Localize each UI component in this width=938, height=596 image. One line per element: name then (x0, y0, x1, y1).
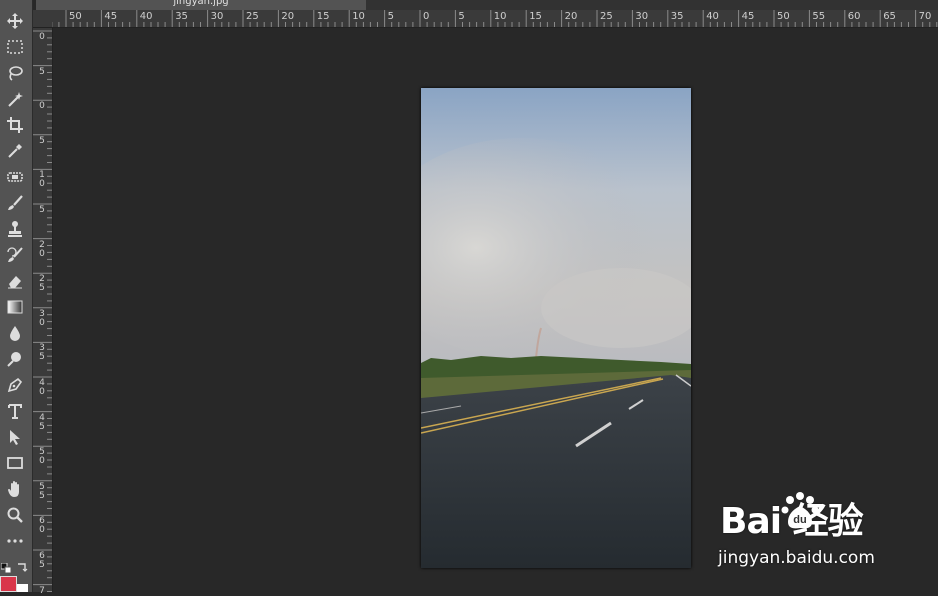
ruler-left-label: 35 (39, 343, 45, 363)
hand-icon (8, 481, 19, 497)
crop-tool[interactable] (3, 114, 27, 136)
ruler-top-label: 40 (139, 11, 153, 22)
ruler-left-label: 30 (39, 308, 45, 328)
ruler-top-label: 15 (316, 11, 330, 22)
type-icon (8, 404, 22, 419)
spot-healing-tool[interactable] (3, 166, 27, 188)
foreground-color-swatch[interactable] (0, 576, 17, 592)
dodge-tool[interactable] (3, 348, 27, 370)
pen-icon (7, 377, 23, 393)
drop-icon (10, 326, 20, 341)
ruler-top-label: 35 (670, 11, 684, 22)
ruler-top-label: 30 (635, 11, 649, 22)
ruler-top-label: 15 (529, 11, 542, 22)
rectangular-marquee-tool[interactable] (3, 36, 27, 58)
type-tool[interactable] (3, 400, 27, 422)
magic-wand-icon (8, 92, 23, 107)
dodge-icon (7, 352, 21, 367)
ruler-top-label: 25 (600, 11, 613, 22)
bandage-icon (7, 172, 23, 182)
ruler-top-label: 10 (352, 11, 365, 22)
eyedropper-tool[interactable] (3, 140, 27, 162)
horizontal-ruler[interactable]: 50 45 40 35 30 25 20 15 10 5 0 5 10 15 20 25 30 35 40 45 50 5… (52, 10, 938, 28)
crop-icon (7, 117, 23, 133)
paw-icon: du (781, 492, 819, 529)
ruler-top-label: 45 (104, 11, 118, 22)
baidu-jingyan-watermark: Bai 经验 du jingyan.baidu.com (716, 490, 896, 572)
ruler-top-label: 5 (458, 11, 465, 22)
ruler-left-label: 0 (39, 32, 45, 42)
history-brush-tool[interactable] (3, 244, 27, 266)
marquee-icon (7, 40, 23, 54)
eyedropper-icon (8, 144, 22, 158)
more-tools[interactable] (3, 530, 27, 552)
ruler-left-label: 45 (39, 412, 45, 432)
ruler-left-label: 10 (39, 170, 45, 190)
ruler-left-label: 0 (39, 101, 45, 112)
swap-colors-icon[interactable] (16, 558, 28, 572)
default-colors-icon[interactable] (0, 558, 12, 574)
ellipsis-icon (7, 539, 23, 543)
brush-tool[interactable] (3, 192, 27, 214)
magic-wand-tool[interactable] (3, 88, 27, 110)
move-icon (7, 13, 23, 29)
ruler-top-label: 70 (918, 11, 932, 22)
ruler-top-label: 40 (706, 11, 719, 22)
rectangle-icon (7, 457, 23, 469)
eraser-icon (8, 276, 22, 289)
path-selection-tool[interactable] (3, 426, 27, 448)
stamp-icon (8, 221, 22, 237)
ruler-corner[interactable] (33, 10, 53, 28)
pen-tool[interactable] (3, 374, 27, 396)
lasso-icon (9, 66, 23, 81)
ruler-left-label: 25 (39, 274, 45, 294)
ruler-left-label: 60 (39, 516, 45, 536)
gradient-icon (7, 300, 23, 314)
gradient-tool[interactable] (3, 296, 27, 318)
ruler-left-label: 50 (39, 447, 45, 467)
hand-tool[interactable] (3, 478, 27, 500)
ruler-left-label: 5 (39, 66, 45, 77)
ruler-top-label: 60 (847, 11, 861, 22)
watermark-url: jingyan.baidu.com (718, 548, 875, 568)
ruler-top-label: 30 (210, 11, 224, 22)
eraser-tool[interactable] (3, 270, 27, 292)
brush-icon (8, 195, 23, 210)
ruler-top-label: 55 (812, 11, 826, 22)
ruler-left-label: 7 (39, 585, 45, 596)
lasso-tool[interactable] (3, 62, 27, 84)
ruler-top-label: 10 (493, 11, 507, 22)
arrow-icon (10, 430, 20, 445)
ruler-left-label: 5 (39, 205, 45, 215)
document-tab[interactable]: jingyan.jpg (36, 0, 366, 10)
svg-text:du: du (793, 514, 806, 526)
zoom-icon (7, 507, 23, 523)
ruler-top-label: 5 (387, 11, 394, 22)
ruler-top-label: 20 (564, 11, 578, 22)
document-tab-bar: jingyan.jpg (36, 0, 938, 10)
document-photo-road-landscape[interactable] (421, 88, 691, 568)
ruler-top-label: 20 (281, 11, 295, 22)
ruler-left-label: 20 (39, 239, 45, 259)
zoom-tool[interactable] (3, 504, 27, 526)
ruler-top-label: 45 (741, 11, 755, 22)
ruler-top-label: 35 (175, 11, 188, 22)
tools-panel (0, 0, 33, 592)
background-color-swatch[interactable] (17, 584, 28, 592)
ruler-left-label: 65 (39, 551, 45, 570)
clone-stamp-tool[interactable] (3, 218, 27, 240)
ruler-top-label: 0 (423, 11, 430, 22)
ruler-left-label: 40 (39, 378, 45, 397)
ruler-left-label: 5 (39, 135, 45, 146)
vertical-ruler[interactable]: 0 5 0 5 10 5 20 25 30 35 40 45 50 55 60 65 7 (33, 28, 53, 595)
ruler-top-label: 50 (777, 11, 790, 22)
move-tool[interactable] (3, 10, 27, 32)
ruler-top-label: 25 (246, 11, 259, 22)
ruler-left-label: 55 (39, 481, 45, 501)
blur-tool[interactable] (3, 322, 27, 344)
history-brush-icon (7, 247, 23, 262)
ruler-top-label: 50 (69, 11, 82, 22)
ruler-top-label: 65 (883, 11, 896, 22)
rectangle-tool[interactable] (3, 452, 27, 474)
